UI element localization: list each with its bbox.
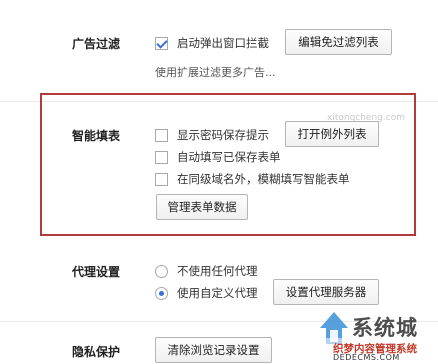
watermark-logo-text: 系统城 xyxy=(352,316,418,340)
proxy-label: 代理设置 xyxy=(72,265,121,279)
show-password-prompt-checkbox[interactable] xyxy=(155,128,168,142)
show-password-prompt-label: 显示密码保存提示 xyxy=(177,128,269,142)
extension-hint-link[interactable]: 使用扩展过滤更多广告... xyxy=(155,64,276,80)
no-proxy-radio[interactable] xyxy=(155,264,168,278)
popup-block-option[interactable]: 启动弹出窗口拦截 xyxy=(155,35,269,51)
fuzzy-fill-option[interactable]: 在同级域名外，模糊填写智能表单 xyxy=(155,171,350,187)
no-proxy-option[interactable]: 不使用任何代理 xyxy=(155,263,258,279)
custom-proxy-label: 使用自定义代理 xyxy=(177,286,258,300)
custom-proxy-radio[interactable] xyxy=(155,286,168,300)
autofill-saved-checkbox[interactable] xyxy=(155,150,168,164)
fuzzy-fill-checkbox[interactable] xyxy=(155,172,168,186)
popup-block-checkbox[interactable] xyxy=(155,36,168,50)
autofill-saved-label: 自动填写已保存表单 xyxy=(177,150,281,164)
ad-filter-label: 广告过滤 xyxy=(72,37,121,51)
fuzzy-fill-label: 在同级域名外，模糊填写智能表单 xyxy=(177,172,350,186)
autofill-saved-option[interactable]: 自动填写已保存表单 xyxy=(155,149,281,165)
clear-history-button[interactable]: 清除浏览记录设置 xyxy=(155,337,272,363)
popup-block-label: 启动弹出窗口拦截 xyxy=(177,36,269,50)
no-proxy-label: 不使用任何代理 xyxy=(177,264,258,278)
custom-proxy-option[interactable]: 使用自定义代理 xyxy=(155,285,258,301)
set-proxy-button[interactable]: 设置代理服务器 xyxy=(273,279,379,305)
privacy-label: 隐私保护 xyxy=(72,345,121,359)
watermark-logo-domain: DEDECMS.COM xyxy=(333,353,400,362)
edit-whitelist-button[interactable]: 编辑免过滤列表 xyxy=(285,29,392,55)
show-password-prompt-option[interactable]: 显示密码保存提示 xyxy=(155,127,269,143)
open-exceptions-button[interactable]: 打开例外列表 xyxy=(285,121,379,147)
manage-form-data-button[interactable]: 管理表单数据 xyxy=(156,194,248,220)
smart-form-label: 智能填表 xyxy=(72,129,121,143)
